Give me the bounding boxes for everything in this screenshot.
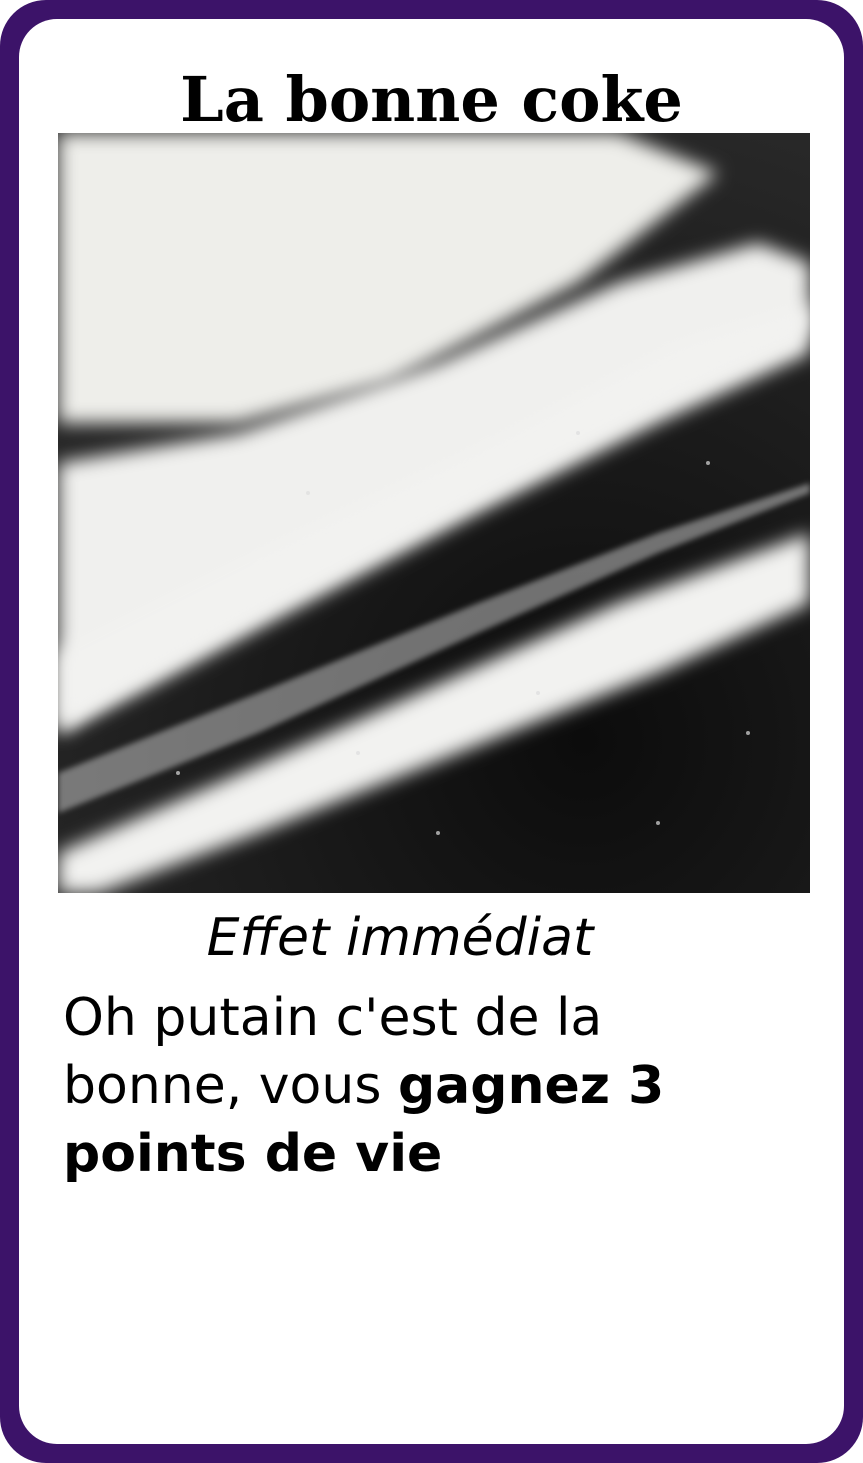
card-illustration — [58, 133, 810, 893]
card-description: Oh putain c'est de la bonne, vous gagnez… — [63, 984, 793, 1188]
card-effect-type: Effet immédiat — [206, 908, 594, 968]
card-title: La bonne coke — [180, 63, 683, 136]
